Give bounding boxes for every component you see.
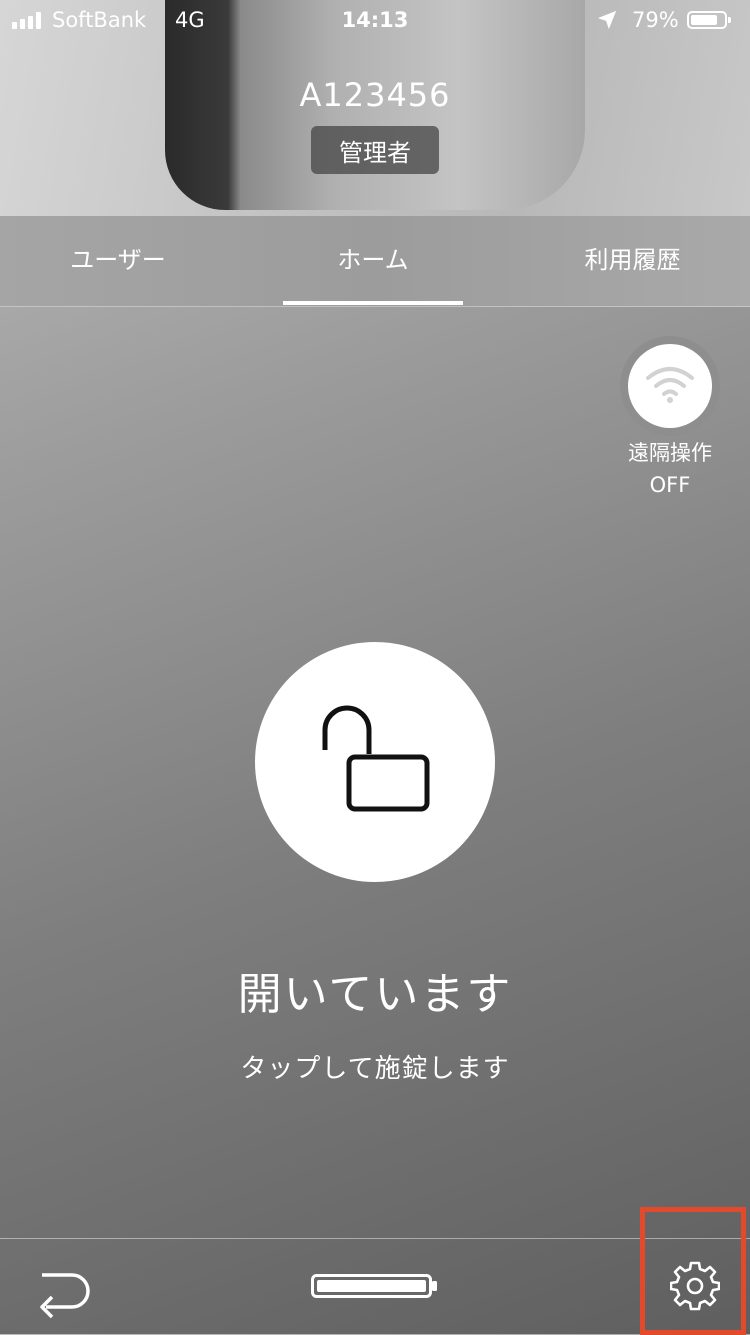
- return-arrow-icon[interactable]: [30, 1267, 92, 1319]
- role-badge: 管理者: [311, 126, 439, 174]
- tab-bar: ユーザー ホーム 利用履歴: [0, 216, 750, 307]
- remote-control-state: OFF: [649, 473, 691, 497]
- active-tab-indicator: [283, 301, 463, 305]
- bottom-bar: [0, 1207, 750, 1335]
- tab-home[interactable]: ホーム: [283, 216, 463, 306]
- phone-battery-icon: [687, 11, 731, 29]
- remote-control-button[interactable]: [620, 336, 720, 436]
- unlocked-padlock-icon: [322, 705, 430, 812]
- lock-hint-text: タップして施錠します: [240, 1054, 510, 1084]
- status-bar: SoftBank 4G 14:13 79%: [0, 0, 750, 40]
- battery-percentage: 79%: [632, 8, 679, 32]
- gear-icon[interactable]: [670, 1261, 720, 1311]
- device-battery-icon: [311, 1274, 437, 1298]
- location-arrow-icon: [597, 10, 617, 30]
- device-id: A123456: [299, 76, 451, 114]
- lock-status-text: 開いています: [237, 969, 513, 1020]
- tab-history[interactable]: 利用履歴: [515, 216, 750, 306]
- remote-control-label: 遠隔操作: [628, 441, 712, 465]
- lock-toggle-button[interactable]: [255, 642, 495, 882]
- tab-users[interactable]: ユーザー: [0, 216, 236, 306]
- wifi-icon: [646, 367, 694, 403]
